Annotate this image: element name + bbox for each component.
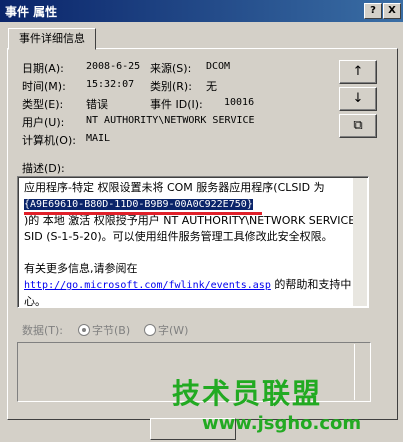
data-label: 数据(T): — [22, 324, 64, 337]
watermark-logo: 技术员联盟 — [172, 377, 323, 410]
date-value: 2008-6-25 — [86, 61, 141, 72]
copy-button[interactable]: ⧉ — [339, 114, 377, 138]
previous-event-button[interactable]: ↑ — [339, 60, 377, 84]
link-suffix-2: 心。 — [24, 295, 46, 308]
next-event-button[interactable]: ↓ — [339, 87, 377, 111]
description-line-1: 应用程序-特定 权限设置未将 COM 服务器应用程序(CLSID 为 — [24, 181, 325, 194]
clsid-selected-text: {A9E69610-B80D-11D0-B9B9-00A0C922E750} — [24, 199, 253, 210]
arrow-down-icon: ↓ — [352, 91, 364, 106]
help-button[interactable]: ? — [364, 3, 382, 19]
user-label: 用户(U): — [22, 116, 65, 129]
red-highlight-mark — [24, 212, 262, 215]
category-label: 类别(R): — [150, 80, 192, 93]
title-bar: 事件 属性 ? X — [0, 0, 403, 22]
bytes-label: 字节(B) — [92, 324, 131, 337]
time-value: 15:32:07 — [86, 79, 135, 90]
words-radio[interactable] — [144, 324, 156, 336]
computer-label: 计算机(O): — [22, 134, 76, 147]
more-info-text: 有关更多信息,请参阅在 — [24, 262, 138, 275]
category-value: 无 — [206, 80, 217, 93]
type-value: 错误 — [86, 98, 108, 111]
date-label: 日期(A): — [22, 62, 64, 75]
description-scrollbar[interactable] — [353, 178, 367, 306]
arrow-up-icon: ↑ — [352, 64, 364, 79]
help-link[interactable]: http://go.microsoft.com/fwlink/events.as… — [24, 280, 271, 291]
event-id-value: 10016 — [224, 97, 255, 108]
type-label: 类型(E): — [22, 98, 64, 111]
description-line-3: SID (S-1-5-20)。可以使用组件服务管理工具修改此安全权限。 — [24, 230, 333, 243]
data-scrollbar[interactable] — [354, 344, 369, 400]
description-line-2: )的 本地 激活 权限授予用户 NT AUTHORITY\NETWORK SER… — [24, 214, 356, 227]
bytes-radio[interactable] — [78, 324, 90, 336]
source-value: DCOM — [206, 61, 231, 72]
user-value: NT AUTHORITY\NETWORK SERVICE — [86, 115, 255, 126]
link-suffix: 的帮助和支持中 — [274, 278, 352, 291]
watermark-url: www.jsgho.com — [202, 413, 362, 434]
close-button[interactable]: X — [383, 3, 401, 19]
source-label: 来源(S): — [150, 62, 192, 75]
description-textbox[interactable]: 应用程序-特定 权限设置未将 COM 服务器应用程序(CLSID 为 {A9E6… — [17, 176, 369, 308]
event-id-label: 事件 ID(I): — [150, 98, 203, 111]
words-label: 字(W) — [158, 324, 189, 337]
computer-value: MAIL — [86, 133, 111, 144]
tab-event-details[interactable]: 事件详细信息 — [8, 28, 96, 50]
time-label: 时间(M): — [22, 80, 66, 93]
window-title: 事件 属性 — [5, 5, 58, 19]
description-label: 描述(D): — [22, 162, 65, 175]
copy-icon: ⧉ — [353, 118, 363, 133]
